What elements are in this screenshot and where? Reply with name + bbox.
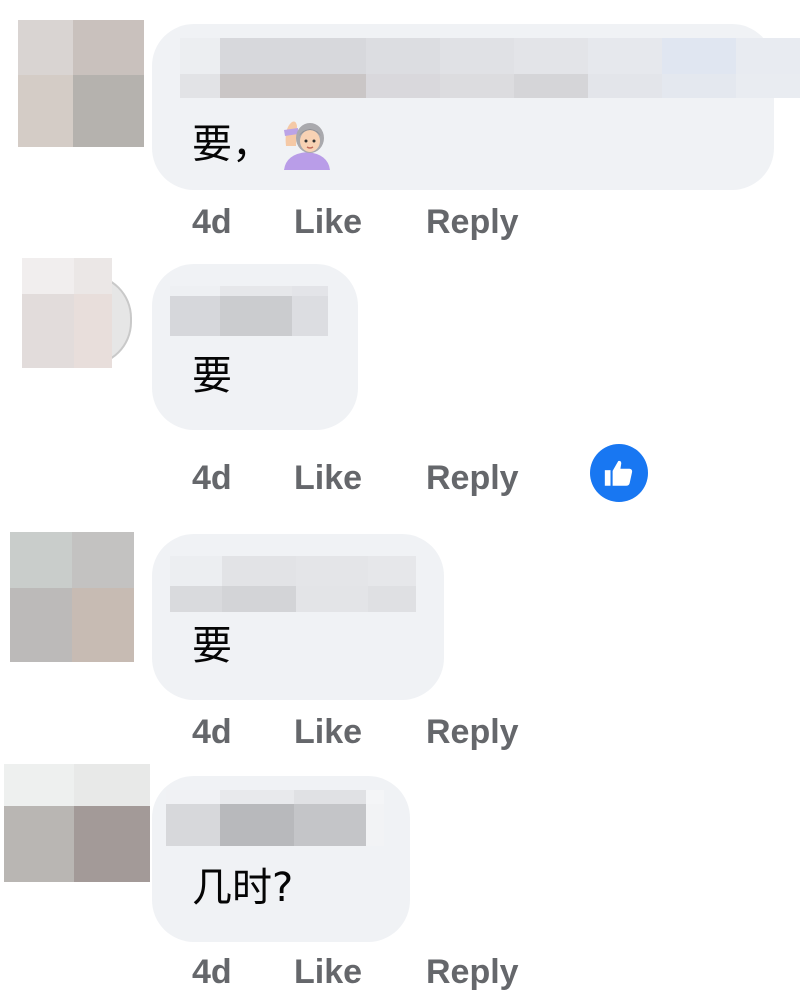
timestamp[interactable]: 4d — [192, 713, 294, 752]
comment-actions: 4d Like Reply — [192, 456, 519, 500]
like-button[interactable]: Like — [294, 713, 426, 752]
reply-button[interactable]: Reply — [426, 713, 519, 752]
commenter-name[interactable] — [170, 556, 416, 612]
reply-button[interactable]: Reply — [426, 203, 519, 242]
avatar[interactable] — [22, 258, 132, 368]
timestamp[interactable]: 4d — [192, 953, 294, 992]
comment-actions: 4d Like Reply — [192, 200, 519, 244]
like-button[interactable]: Like — [294, 953, 426, 992]
like-button[interactable]: Like — [294, 203, 426, 242]
commenter-name[interactable] — [180, 38, 800, 98]
commenter-name[interactable] — [166, 790, 384, 846]
reply-button[interactable]: Reply — [426, 953, 519, 992]
timestamp[interactable]: 4d — [192, 459, 294, 498]
comment-bubble: 要 — [152, 264, 358, 430]
commenter-name[interactable] — [170, 286, 328, 336]
timestamp[interactable]: 4d — [192, 203, 294, 242]
comment-bubble: 要 — [152, 534, 444, 700]
like-reaction-icon[interactable] — [590, 444, 648, 502]
comment-actions: 4d Like Reply — [192, 950, 519, 994]
comment-text: 要 — [192, 623, 232, 669]
like-button[interactable]: Like — [294, 459, 426, 498]
comment-text: 几时? — [192, 865, 294, 911]
comment-thread: 要， 4d Like Reply 要 4d Like Reply 要 4d Li… — [0, 0, 800, 1003]
comment-text: 要， — [192, 121, 272, 168]
reply-button[interactable]: Reply — [426, 459, 519, 498]
comment-text: 要 — [192, 353, 232, 399]
comment-bubble: 几时? — [152, 776, 410, 942]
comment-bubble: 要， — [152, 24, 800, 190]
woman-raising-hand-icon — [280, 116, 334, 177]
comment-actions: 4d Like Reply — [192, 710, 519, 754]
